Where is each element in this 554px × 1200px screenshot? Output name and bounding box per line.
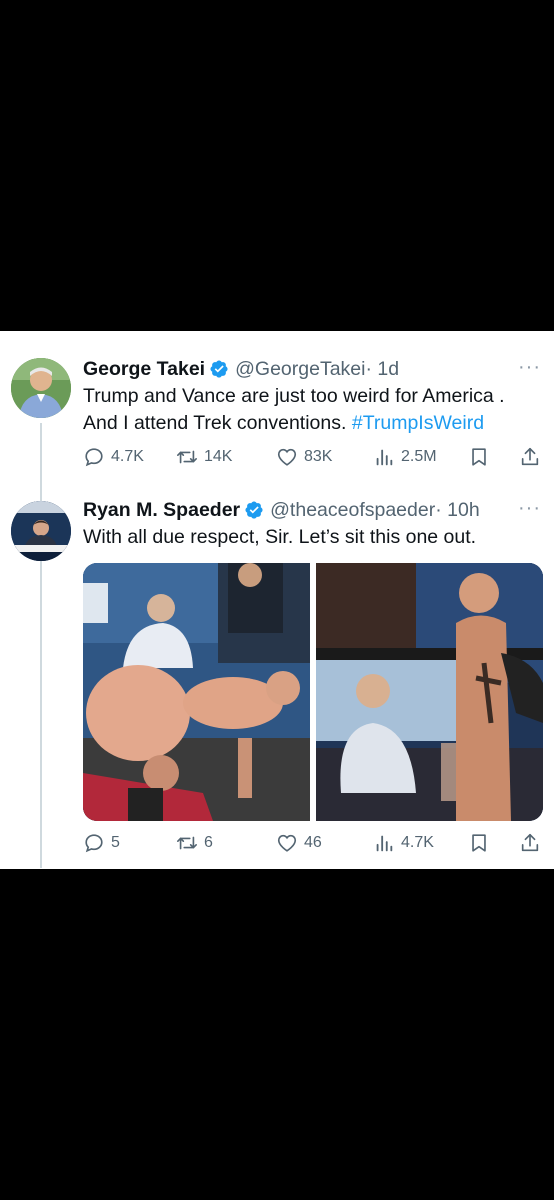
bookmark-icon — [472, 834, 486, 852]
tweet-text-line-1: Trump and Vance are just too weird for A… — [83, 385, 505, 407]
reply-icon — [85, 834, 103, 853]
reply-count: 5 — [111, 834, 120, 851]
like-count: 46 — [304, 834, 322, 851]
repost-icon — [177, 836, 197, 850]
views-icon — [376, 449, 393, 466]
share-button[interactable] — [519, 443, 547, 471]
verified-badge-icon — [245, 501, 263, 519]
more-icon[interactable]: ··· — [518, 356, 541, 379]
views-icon — [376, 835, 393, 852]
verified-badge-icon — [210, 360, 228, 378]
repost-button[interactable]: 6 — [176, 829, 213, 857]
like-button[interactable]: 46 — [276, 829, 322, 857]
like-icon — [277, 834, 297, 852]
timestamp[interactable]: · 1d — [365, 358, 399, 381]
reply-count: 4.7K — [111, 448, 144, 465]
view-count: 4.7K — [401, 834, 434, 851]
tweet-actions: 4.7K 14K 83K 2.5M — [83, 443, 543, 471]
hashtag-link[interactable]: #TrumpIsWeird — [352, 412, 484, 434]
tweet-text-line-2: And I attend Trek conventions. — [83, 412, 347, 434]
views-button[interactable]: 2.5M — [373, 443, 437, 471]
tweet-photo-2[interactable] — [316, 563, 543, 821]
display-name[interactable]: Ryan M. Spaeder — [83, 499, 240, 522]
tweet-photo-1[interactable] — [83, 563, 310, 821]
like-button[interactable]: 83K — [276, 443, 332, 471]
timestamp[interactable]: · 10h — [435, 499, 479, 522]
view-count: 2.5M — [401, 448, 437, 465]
tweet-text: Trump and Vance are just too weird for A… — [83, 383, 505, 437]
avatar-george-takei[interactable] — [11, 358, 71, 418]
display-name[interactable]: George Takei — [83, 358, 205, 381]
repost-button[interactable]: 14K — [176, 443, 232, 471]
repost-count: 6 — [204, 834, 213, 851]
reply-button[interactable]: 5 — [83, 829, 120, 857]
bookmark-button[interactable] — [468, 443, 496, 471]
user-handle[interactable]: @theaceofspaeder — [270, 499, 435, 522]
like-count: 83K — [304, 448, 333, 465]
tweet-text: With all due respect, Sir. Let’s sit thi… — [83, 526, 477, 548]
share-icon — [521, 447, 539, 466]
bookmark-button[interactable] — [468, 829, 496, 857]
reply-button[interactable]: 4.7K — [83, 443, 144, 471]
user-handle[interactable]: @GeorgeTakei — [235, 358, 365, 381]
repost-icon — [177, 450, 197, 464]
views-button[interactable]: 4.7K — [373, 829, 434, 857]
thread-connector-line — [40, 423, 42, 868]
tweet-header: Ryan M. Spaeder @theaceofspaeder · 10h — [83, 496, 480, 524]
more-icon[interactable]: ··· — [518, 497, 541, 520]
tweet-media-grid — [83, 563, 543, 821]
avatar-ryan-spaeder[interactable] — [11, 501, 71, 561]
share-icon — [521, 833, 539, 852]
repost-count: 14K — [204, 448, 233, 465]
reply-icon — [85, 448, 103, 467]
share-button[interactable] — [519, 829, 547, 857]
tweet-header: George Takei @GeorgeTakei · 1d — [83, 355, 399, 383]
bookmark-icon — [472, 448, 486, 466]
tweet-actions: 5 6 46 4.7K — [83, 829, 543, 857]
like-icon — [277, 448, 297, 466]
